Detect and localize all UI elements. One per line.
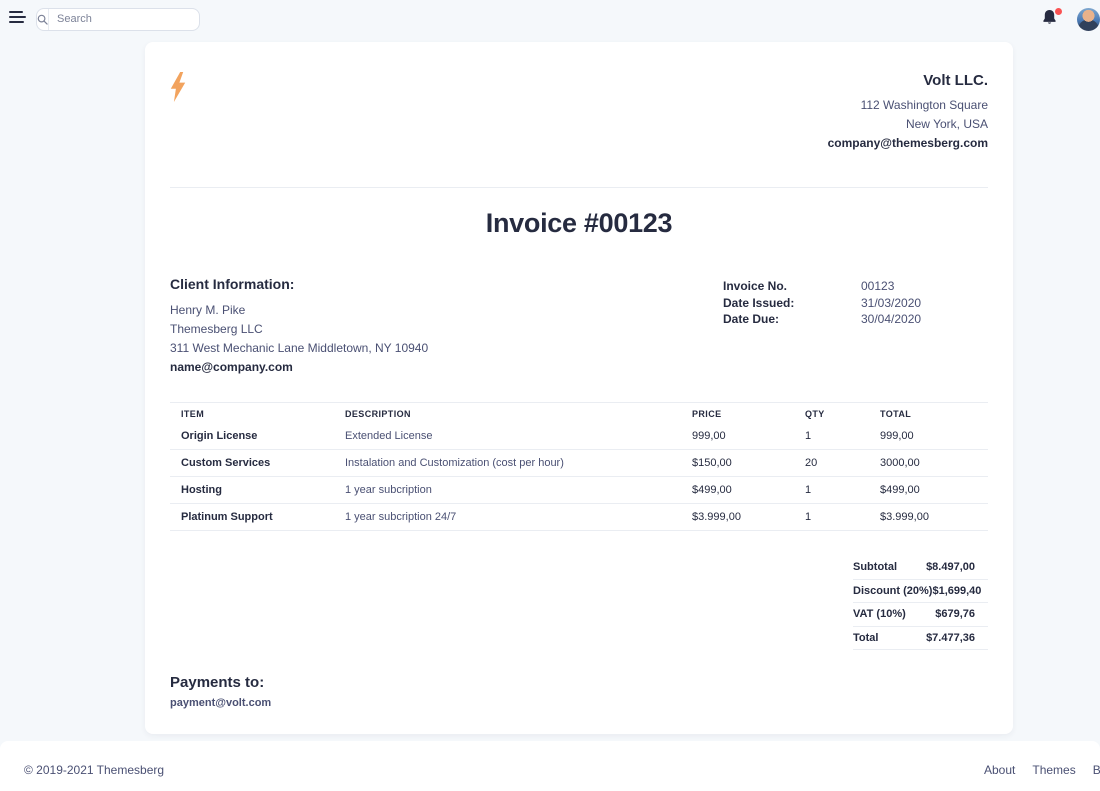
invoice-number-label: Invoice No.: [723, 278, 861, 295]
total-label: Total: [853, 632, 878, 644]
navbar-right: [1041, 0, 1100, 38]
company-name: Volt LLC.: [828, 72, 988, 89]
total-row: Total $7.477,36: [853, 627, 988, 651]
client-heading: Client Information:: [170, 276, 723, 292]
client-name: Henry M. Pike: [170, 301, 723, 320]
table-row: Platinum Support 1 year subcription 24/7…: [170, 504, 988, 531]
discount-label: Discount (20%): [853, 585, 932, 597]
date-due-label: Date Due:: [723, 311, 861, 328]
lightning-bolt-icon: [170, 72, 186, 102]
footer-link-themes[interactable]: Themes: [1032, 763, 1075, 777]
user-avatar[interactable]: [1077, 8, 1100, 31]
column-header-description: Description: [334, 403, 681, 424]
date-issued-row: Date Issued: 31/03/2020: [723, 295, 988, 312]
vat-label: VAT (10%): [853, 608, 906, 620]
search-input[interactable]: [49, 9, 200, 30]
hamburger-icon: [9, 9, 26, 30]
subtotal-value: $8.497,00: [926, 561, 988, 573]
header-divider: [170, 187, 988, 188]
client-information: Client Information: Henry M. Pike Themes…: [170, 276, 723, 377]
company-address-line2: New York, USA: [828, 115, 988, 134]
page: Volt LLC. 112 Washington Square New York…: [0, 0, 1100, 791]
payments-heading: Payments to:: [170, 674, 988, 691]
price-cell: 999,00: [681, 423, 794, 450]
total-cell: 3000,00: [869, 450, 988, 477]
qty-cell: 1: [794, 504, 869, 531]
description-cell: Extended License: [334, 423, 681, 450]
company-logo: [170, 72, 186, 153]
top-navbar: [0, 0, 1100, 38]
company-address-line1: 112 Washington Square: [828, 96, 988, 115]
qty-cell: 1: [794, 477, 869, 504]
notification-badge: [1055, 8, 1062, 15]
invoice-card: Volt LLC. 112 Washington Square New York…: [145, 42, 1013, 734]
qty-cell: 20: [794, 450, 869, 477]
item-cell: Origin License: [170, 423, 334, 450]
invoice-totals: Subtotal $8.497,00 Discount (20%) $1,699…: [853, 556, 988, 650]
footer-link-about[interactable]: About: [984, 763, 1015, 777]
client-company: Themesberg LLC: [170, 320, 723, 339]
client-email: name@company.com: [170, 358, 723, 377]
date-issued-value: 31/03/2020: [861, 295, 988, 312]
footer-links: About Themes Blog Contact: [984, 763, 1100, 777]
total-value: $7.477,36: [926, 632, 988, 644]
column-header-price: Price: [681, 403, 794, 424]
footer-link-blog[interactable]: Blog: [1093, 763, 1100, 777]
vat-row: VAT (10%) $679,76: [853, 603, 988, 627]
company-info: Volt LLC. 112 Washington Square New York…: [828, 72, 988, 153]
vat-value: $679,76: [935, 608, 988, 620]
total-cell: 999,00: [869, 423, 988, 450]
payments-section: Payments to: payment@volt.com: [170, 674, 988, 709]
invoice-number-row: Invoice No. 00123: [723, 278, 988, 295]
description-cell: 1 year subcription: [334, 477, 681, 504]
description-cell: 1 year subcription 24/7: [334, 504, 681, 531]
copyright-text: © 2019-2021 Themesberg: [24, 763, 164, 777]
column-header-qty: Qty: [794, 403, 869, 424]
payments-email: payment@volt.com: [170, 697, 988, 709]
qty-cell: 1: [794, 423, 869, 450]
invoice-number-value: 00123: [861, 278, 988, 295]
invoice-meta: Invoice No. 00123 Date Issued: 31/03/202…: [723, 276, 988, 377]
price-cell: $499,00: [681, 477, 794, 504]
item-cell: Custom Services: [170, 450, 334, 477]
price-cell: $150,00: [681, 450, 794, 477]
client-address: 311 West Mechanic Lane Middletown, NY 10…: [170, 339, 723, 358]
description-cell: Instalation and Customization (cost per …: [334, 450, 681, 477]
invoice-title: Invoice #00123: [170, 208, 988, 238]
subtotal-row: Subtotal $8.497,00: [853, 556, 988, 580]
search-icon: [37, 9, 49, 30]
page-footer: © 2019-2021 Themesberg About Themes Blog…: [0, 741, 1100, 791]
price-cell: $3.999,00: [681, 504, 794, 531]
invoice-items-table: Item Description Price Qty Total Origin …: [170, 402, 988, 531]
table-row: Custom Services Instalation and Customiz…: [170, 450, 988, 477]
column-header-total: Total: [869, 403, 988, 424]
sidebar-toggle-button[interactable]: [4, 6, 30, 32]
total-cell: $3.999,00: [869, 504, 988, 531]
column-header-item: Item: [170, 403, 334, 424]
discount-row: Discount (20%) $1,699,40: [853, 580, 988, 604]
subtotal-label: Subtotal: [853, 561, 897, 573]
total-cell: $499,00: [869, 477, 988, 504]
notifications-button[interactable]: [1041, 8, 1063, 30]
item-cell: Platinum Support: [170, 504, 334, 531]
table-header-row: Item Description Price Qty Total: [170, 403, 988, 424]
item-cell: Hosting: [170, 477, 334, 504]
date-issued-label: Date Issued:: [723, 295, 861, 312]
invoice-info-row: Client Information: Henry M. Pike Themes…: [170, 276, 988, 377]
date-due-row: Date Due: 30/04/2020: [723, 311, 988, 328]
table-row: Hosting 1 year subcription $499,00 1 $49…: [170, 477, 988, 504]
invoice-header: Volt LLC. 112 Washington Square New York…: [170, 72, 988, 153]
search-box: [36, 8, 200, 31]
company-email: company@themesberg.com: [828, 134, 988, 153]
discount-value: $1,699,40: [932, 585, 994, 597]
date-due-value: 30/04/2020: [861, 311, 988, 328]
table-row: Origin License Extended License 999,00 1…: [170, 423, 988, 450]
